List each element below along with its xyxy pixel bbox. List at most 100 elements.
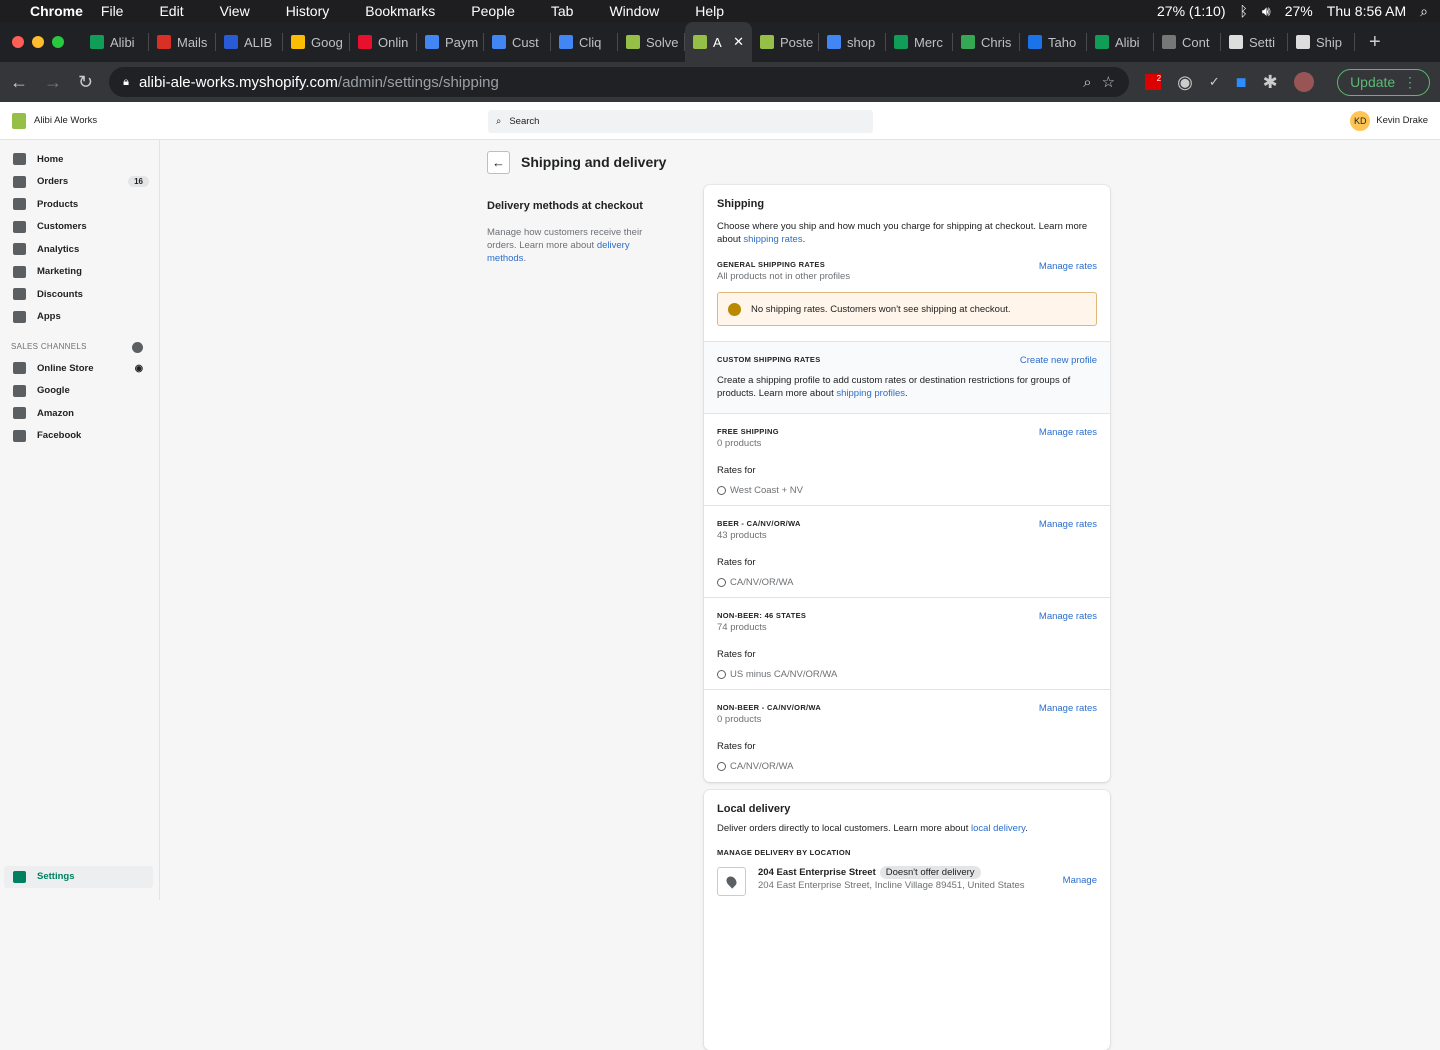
manage-rates-link[interactable]: Manage rates: [1039, 427, 1097, 438]
close-tab-icon[interactable]: ✕: [733, 34, 744, 50]
tab-favicon-icon: [291, 35, 305, 49]
battery-status-2[interactable]: 27%: [1285, 3, 1313, 20]
eye-icon[interactable]: ◉: [135, 363, 143, 374]
tab-favicon-icon: [961, 35, 975, 49]
menu-item[interactable]: Edit: [159, 3, 183, 19]
browser-tab[interactable]: Chris: [953, 33, 1020, 51]
browser-tab[interactable]: Setti: [1221, 33, 1288, 51]
browser-tab[interactable]: Goog: [283, 33, 350, 51]
browser-tab[interactable]: Solve: [618, 33, 685, 51]
create-profile-link[interactable]: Create new profile: [1020, 355, 1097, 366]
local-delivery-link[interactable]: local delivery: [971, 823, 1025, 834]
tab-favicon-icon: [1162, 35, 1176, 49]
browser-tab[interactable]: Alibi: [82, 33, 149, 51]
zoom-icon[interactable]: ⌕: [1083, 74, 1091, 91]
tab-label: ALIB: [244, 34, 273, 50]
shipping-rates-link[interactable]: shipping rates: [743, 234, 802, 245]
reload-icon[interactable]: ↻: [78, 72, 93, 93]
tab-label: Paym: [445, 34, 479, 50]
back-icon[interactable]: ←: [10, 72, 28, 93]
update-button[interactable]: Update ⋮: [1337, 68, 1430, 96]
sidebar-channel-amazon[interactable]: Amazon: [0, 402, 159, 425]
sidebar-item-marketing[interactable]: Marketing: [0, 261, 159, 284]
browser-tab[interactable]: Alibi: [1087, 33, 1154, 51]
discounts-icon: [13, 288, 26, 301]
spotlight-icon[interactable]: ⌕: [1420, 3, 1428, 20]
forward-icon[interactable]: →: [44, 72, 62, 93]
extensions-puzzle-icon[interactable]: ✱: [1263, 72, 1278, 93]
sidebar-item-products[interactable]: Products: [0, 193, 159, 216]
add-channel-icon[interactable]: [132, 342, 143, 353]
volume-icon[interactable]: 🔊︎: [1262, 3, 1271, 20]
sidebar-item-customers[interactable]: Customers: [0, 216, 159, 239]
extension-check-icon[interactable]: ✓: [1209, 74, 1220, 90]
menu-item[interactable]: People: [471, 3, 515, 19]
menu-item[interactable]: View: [220, 3, 250, 19]
browser-tab[interactable]: Cliq: [551, 33, 618, 51]
manage-general-rates-link[interactable]: Manage rates: [1039, 261, 1097, 272]
browser-tab[interactable]: Mails: [149, 33, 216, 51]
sidebar-item-home[interactable]: Home: [0, 148, 159, 171]
sidebar-item-label: Amazon: [37, 407, 74, 419]
browser-tab[interactable]: Merc: [886, 33, 953, 51]
minimize-window-button[interactable]: [32, 36, 44, 48]
sidebar-channel-online-store[interactable]: Online Store ◉: [0, 357, 159, 380]
bookmark-star-icon[interactable]: ☆: [1102, 73, 1115, 91]
zoom-meeting-icon[interactable]: ■: [1236, 72, 1247, 93]
sidebar-channel-facebook[interactable]: Facebook: [0, 425, 159, 448]
browser-tab[interactable]: shop: [819, 33, 886, 51]
tab-label: Cust: [512, 34, 539, 50]
menu-item[interactable]: File: [101, 3, 124, 19]
tab-favicon-icon: [157, 35, 171, 49]
extension-circle-icon[interactable]: ◉: [1177, 72, 1193, 93]
browser-tab[interactable]: Cont: [1154, 33, 1221, 51]
menu-item[interactable]: History: [286, 3, 330, 19]
sidebar: Home Orders 16 Products Customers Analytics Ma…: [0, 140, 160, 900]
tab-favicon-icon: [693, 35, 707, 49]
browser-tab[interactable]: Cust: [484, 33, 551, 51]
manage-rates-link[interactable]: Manage rates: [1039, 611, 1097, 622]
sidebar-item-discounts[interactable]: Discounts: [0, 283, 159, 306]
browser-tab[interactable]: Poste: [752, 33, 819, 51]
bluetooth-icon[interactable]: ᛒ: [1240, 3, 1248, 20]
menu-item[interactable]: Window: [609, 3, 659, 19]
extension-icon[interactable]: 2: [1145, 74, 1162, 90]
menu-item[interactable]: Help: [695, 3, 724, 19]
shipping-profiles-link[interactable]: shipping profiles: [836, 388, 905, 399]
sidebar-item-apps[interactable]: Apps: [0, 306, 159, 329]
clock[interactable]: Thu 8:56 AM: [1327, 3, 1406, 20]
profile-destination: CA/NV/OR/WA: [730, 761, 794, 772]
browser-tab[interactable]: Taho: [1020, 33, 1087, 51]
menu-app[interactable]: Chrome: [30, 3, 83, 19]
sidebar-item-orders[interactable]: Orders 16: [0, 171, 159, 194]
sidebar-channel-google[interactable]: Google: [0, 380, 159, 403]
close-window-button[interactable]: [12, 36, 24, 48]
zoom-window-button[interactable]: [52, 36, 64, 48]
browser-tab[interactable]: Ship: [1288, 33, 1355, 51]
tab-label: Merc: [914, 34, 943, 50]
manage-location-link[interactable]: Manage: [1063, 875, 1097, 886]
shipping-profile: NON-BEER - CA/NV/OR/WA Manage rates 0 prod…: [704, 690, 1110, 782]
user-menu[interactable]: KD Kevin Drake: [1350, 110, 1428, 131]
sidebar-item-analytics[interactable]: Analytics: [0, 238, 159, 261]
search-placeholder: Search: [509, 116, 540, 127]
store-name[interactable]: Alibi Ale Works: [34, 115, 97, 126]
sidebar-item-settings[interactable]: Settings: [4, 865, 153, 888]
search-input[interactable]: ⌕ Search: [488, 110, 873, 133]
browser-tab[interactable]: A ✕: [685, 22, 752, 62]
browser-tab[interactable]: Paym: [417, 33, 484, 51]
back-button[interactable]: ←: [487, 151, 510, 174]
browser-tab[interactable]: Onlin: [350, 33, 417, 51]
menu-item[interactable]: Bookmarks: [365, 3, 435, 19]
battery-status[interactable]: 27% (1:10): [1157, 3, 1225, 20]
macos-menubar: Chrome File Edit View History Bookmarks Peopl…: [0, 0, 1440, 22]
browser-tab[interactable]: ALIB: [216, 33, 283, 51]
manage-rates-link[interactable]: Manage rates: [1039, 519, 1097, 530]
address-bar[interactable]: 🔒︎ alibi-ale-works.myshopify.com/admin/s…: [109, 67, 1130, 97]
tab-favicon-icon: [626, 35, 640, 49]
new-tab-button[interactable]: +: [1369, 31, 1381, 54]
manage-rates-link[interactable]: Manage rates: [1039, 703, 1097, 714]
profile-avatar[interactable]: [1293, 72, 1314, 92]
rates-for-label: Rates for: [717, 649, 756, 660]
menu-item[interactable]: Tab: [551, 3, 574, 19]
